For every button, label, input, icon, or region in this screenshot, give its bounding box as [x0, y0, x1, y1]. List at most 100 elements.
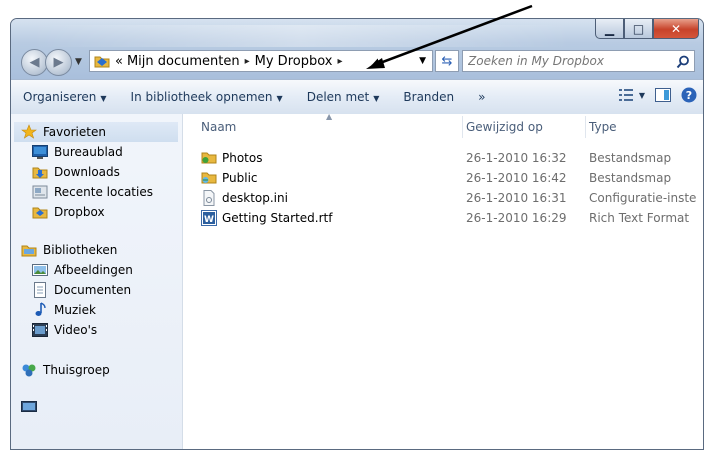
nav-item-dropbox[interactable]: Dropbox: [31, 202, 105, 222]
file-name: Photos: [222, 151, 263, 165]
file-row-desktop-ini[interactable]: desktop.ini 26-1-2010 16:31 Configuratie…: [183, 188, 703, 208]
file-modified: 26-1-2010 16:42: [466, 171, 567, 185]
star-icon: [20, 124, 38, 140]
help-button[interactable]: ?: [681, 87, 697, 103]
column-header-modified[interactable]: Gewijzigd op: [466, 116, 543, 138]
nav-item-label: Documenten: [54, 283, 132, 297]
file-type: Bestandsmap: [589, 151, 672, 165]
close-button[interactable]: ✕: [653, 19, 699, 39]
navigation-row: ◀ ▶ ▼ « Mijn documenten ▸ My Dropbox ▸ ▼…: [19, 49, 695, 76]
svg-text:W: W: [204, 215, 214, 225]
file-name-cell: Photos: [201, 150, 262, 166]
nav-item-recente-locaties[interactable]: Recente locaties: [31, 182, 153, 202]
nav-computer[interactable]: [20, 398, 43, 418]
search-box[interactable]: [462, 50, 695, 72]
organize-menu[interactable]: Organiseren ▼: [11, 90, 119, 104]
nav-homegroup[interactable]: Thuisgroep: [20, 360, 110, 380]
more-commands-button[interactable]: »: [466, 90, 497, 104]
nav-item-label: Afbeeldingen: [54, 263, 133, 277]
breadcrumb-overflow[interactable]: «: [115, 54, 123, 69]
documents-icon: [31, 282, 49, 298]
public-folder-icon: [201, 170, 217, 186]
file-type: Bestandsmap: [589, 171, 672, 185]
navigation-pane: Favorieten Bureaublad Downloads Recente …: [11, 114, 183, 449]
homegroup-icon: [20, 362, 38, 378]
breadcrumb-separator[interactable]: ▸: [245, 56, 250, 67]
nav-item-bureaublad[interactable]: Bureaublad: [31, 142, 123, 162]
file-list: Naam ▲ Gewijzigd op Type Photos 26-1-201…: [183, 112, 703, 449]
file-modified: 26-1-2010 16:32: [466, 151, 567, 165]
file-row-photos[interactable]: Photos 26-1-2010 16:32 Bestandsmap: [183, 148, 703, 168]
nav-item-label: Bureaublad: [54, 145, 123, 159]
file-name: Public: [222, 171, 258, 185]
burn-button[interactable]: Branden: [391, 90, 466, 104]
column-divider[interactable]: [462, 116, 463, 138]
recent-pages-dropdown[interactable]: ▼: [75, 57, 82, 67]
file-type: Rich Text Format: [589, 211, 690, 225]
nav-item-muziek[interactable]: Muziek: [31, 300, 96, 320]
breadcrumb-mijn-documenten[interactable]: Mijn documenten: [127, 54, 240, 69]
nav-item-label: Downloads: [54, 165, 120, 179]
forward-button[interactable]: ▶: [45, 49, 72, 76]
nav-item-afbeeldingen[interactable]: Afbeeldingen: [31, 260, 133, 280]
explorer-window: ▁ □ ✕ ◀ ▶ ▼ « Mijn documenten ▸ My Dropb…: [10, 18, 704, 450]
share-with-menu[interactable]: Delen met ▼: [295, 90, 392, 104]
file-name-cell: W Getting Started.rtf: [201, 210, 332, 226]
nav-libraries[interactable]: Bibliotheken: [20, 240, 117, 260]
address-bar[interactable]: « Mijn documenten ▸ My Dropbox ▸ ▼: [89, 50, 433, 72]
breadcrumb-separator[interactable]: ▸: [337, 56, 342, 67]
view-controls: ▼ ?: [618, 87, 697, 103]
file-name-cell: Public: [201, 170, 258, 186]
change-view-button[interactable]: ▼: [618, 89, 645, 101]
column-header-type[interactable]: Type: [589, 116, 617, 138]
column-modified-label: Gewijzigd op: [466, 120, 543, 134]
address-history-dropdown[interactable]: ▼: [419, 56, 426, 66]
nav-item-label: Recente locaties: [54, 185, 153, 199]
refresh-button[interactable]: ⇆: [435, 50, 459, 72]
arrow-left-icon: ◀: [29, 55, 40, 70]
folder-icon: [94, 54, 110, 68]
shared-folder-icon: [201, 150, 217, 166]
dropbox-folder-icon: [31, 204, 49, 220]
music-icon: [31, 302, 49, 318]
file-type: Configuratie-inste...: [589, 191, 697, 205]
file-row-getting-started[interactable]: W Getting Started.rtf 26-1-2010 16:29 Ri…: [183, 208, 703, 228]
nav-item-label: Video's: [54, 323, 98, 337]
search-input[interactable]: [463, 53, 670, 69]
back-button[interactable]: ◀: [21, 49, 48, 76]
include-in-library-menu[interactable]: In bibliotheek opnemen ▼: [119, 90, 295, 104]
refresh-icon: ⇆: [441, 53, 453, 69]
libraries-icon: [20, 242, 38, 258]
nav-favorites-label: Favorieten: [43, 125, 106, 139]
breadcrumb-my-dropbox[interactable]: My Dropbox: [255, 54, 333, 69]
nav-item-documenten[interactable]: Documenten: [31, 280, 131, 300]
search-icon[interactable]: [676, 54, 690, 73]
help-icon: ?: [681, 87, 697, 103]
arrow-right-icon: ▶: [53, 55, 64, 70]
nav-item-videos[interactable]: Video's: [31, 320, 97, 340]
nav-homegroup-label: Thuisgroep: [43, 363, 110, 377]
nav-libraries-label: Bibliotheken: [43, 243, 118, 257]
column-divider[interactable]: [585, 116, 586, 138]
view-list-icon: [618, 89, 633, 101]
nav-item-downloads[interactable]: Downloads: [31, 162, 120, 182]
file-modified: 26-1-2010 16:29: [466, 211, 567, 225]
column-header-name[interactable]: Naam: [201, 116, 236, 138]
nav-favorites[interactable]: Favorieten: [14, 122, 178, 142]
title-bar[interactable]: ▁ □ ✕ ◀ ▶ ▼ « Mijn documenten ▸ My Dropb…: [11, 19, 703, 79]
rtf-file-icon: W: [201, 210, 217, 226]
video-icon: [31, 322, 49, 338]
nav-item-label: Dropbox: [54, 205, 105, 219]
file-name: Getting Started.rtf: [222, 211, 333, 225]
column-type-label: Type: [589, 120, 617, 134]
explorer-content: Favorieten Bureaublad Downloads Recente …: [11, 112, 703, 449]
file-name-cell: desktop.ini: [201, 190, 288, 206]
minimize-button[interactable]: ▁: [595, 19, 624, 39]
column-name-label: Naam: [201, 120, 237, 134]
preview-pane-button[interactable]: [655, 88, 671, 102]
maximize-button[interactable]: □: [624, 19, 653, 39]
file-modified: 26-1-2010 16:31: [466, 191, 567, 205]
file-row-public[interactable]: Public 26-1-2010 16:42 Bestandsmap: [183, 168, 703, 188]
caption-buttons: ▁ □ ✕: [595, 19, 699, 39]
file-name: desktop.ini: [222, 191, 288, 205]
